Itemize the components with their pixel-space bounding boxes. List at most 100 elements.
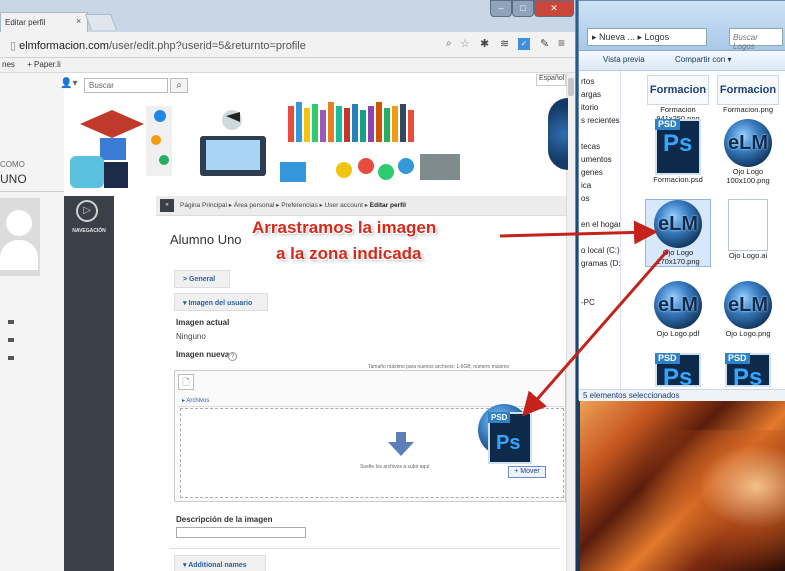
bookmarks-bar: nes + Paper.li bbox=[0, 58, 575, 73]
url-field[interactable]: ▯ elmformacion.com/user/edit.php?userid=… bbox=[10, 37, 460, 55]
nav-pane-item[interactable] bbox=[579, 127, 620, 140]
collapse-icon[interactable]: « bbox=[160, 199, 174, 212]
breadcrumb-item[interactable]: Preferencias bbox=[281, 202, 318, 209]
pin-icon[interactable]: ✎ bbox=[540, 37, 549, 50]
browser-tab[interactable]: Editar perfil bbox=[0, 12, 88, 32]
nav-pane-item[interactable]: argas bbox=[579, 88, 620, 101]
file-tile[interactable]: Formacion Formacion.png bbox=[715, 75, 781, 114]
divider bbox=[170, 548, 560, 549]
formacion-logo-icon: Formacion bbox=[717, 75, 779, 105]
share-button[interactable]: Compartir con ▾ bbox=[675, 55, 731, 64]
search-icon[interactable]: ⌕ bbox=[170, 78, 188, 93]
wallpaper-canyon-glow bbox=[640, 430, 785, 571]
nav-pane-item[interactable]: ica bbox=[579, 179, 620, 192]
side-bullet bbox=[8, 320, 14, 324]
file-tile[interactable]: PSD Ps bbox=[645, 353, 711, 390]
nav-pane-item[interactable]: os bbox=[579, 192, 620, 205]
nav-pane-item[interactable]: rtos bbox=[579, 75, 620, 88]
layers-icon[interactable]: ≋ bbox=[500, 37, 509, 50]
file-tile-selected[interactable]: eLM Ojo Logo 170x170.png bbox=[645, 199, 711, 267]
file-tile[interactable]: Formacion Formacion 941x250.png bbox=[645, 75, 711, 123]
close-window-button[interactable]: ✕ bbox=[534, 0, 574, 17]
nav-pane-item[interactable]: tecas bbox=[579, 140, 620, 153]
page-title: Alumno Uno bbox=[170, 232, 242, 247]
file-name: Ojo Logo.png bbox=[725, 329, 771, 338]
nav-pane-item[interactable]: -PC bbox=[579, 296, 620, 309]
breadcrumb-item[interactable]: Área personal bbox=[234, 202, 274, 209]
nav-pane-item[interactable]: en el hogar bbox=[579, 218, 620, 231]
search-input[interactable]: Buscar bbox=[84, 78, 168, 93]
navigation-block bbox=[64, 196, 114, 571]
file-explorer-window: ▸ Nueva ... ▸ Logos Buscar Logos Vista p… bbox=[578, 0, 785, 401]
zoom-icon[interactable]: ⌕ bbox=[446, 38, 452, 49]
window-controls: – □ ✕ bbox=[490, 0, 574, 18]
image-description-input[interactable] bbox=[176, 527, 306, 538]
file-name: Ojo Logo.ai bbox=[728, 251, 768, 260]
psd-file-icon: PSD Ps bbox=[655, 119, 701, 175]
side-bullet bbox=[8, 338, 14, 342]
minimize-button[interactable]: – bbox=[490, 0, 512, 17]
help-icon[interactable]: ? bbox=[228, 352, 237, 361]
url-host: elmformacion.com bbox=[19, 40, 109, 52]
breadcrumb-item[interactable]: User account bbox=[325, 202, 363, 209]
url-path: /user/edit.php?userid=5&returnto=profile bbox=[108, 40, 306, 52]
eye-logo-icon: eLM bbox=[654, 200, 702, 248]
additional-names-section-toggle[interactable]: ▾ Additional names bbox=[174, 555, 266, 571]
nav-pane-item[interactable]: o local (C:) bbox=[579, 244, 620, 257]
move-cursor-badge: + Mover bbox=[508, 466, 546, 478]
nav-pane-item[interactable]: umentos bbox=[579, 153, 620, 166]
file-tile[interactable]: eLM Ojo Logo.pdf bbox=[645, 281, 711, 338]
add-file-icon[interactable]: 🗋 bbox=[178, 374, 194, 390]
explorer-address-bar[interactable]: ▸ Nueva ... ▸ Logos bbox=[587, 28, 707, 46]
tab-close-icon[interactable]: × bbox=[76, 16, 81, 26]
file-name: Ojo Logo 100x100.png bbox=[726, 167, 770, 185]
user-menu-icon[interactable]: 👤▾ bbox=[60, 78, 77, 89]
menu-icon[interactable]: ≡ bbox=[558, 36, 565, 50]
new-tab-button[interactable] bbox=[85, 14, 117, 30]
file-tile[interactable]: PSD Ps Formacion.psd bbox=[645, 119, 711, 184]
blank-file-icon bbox=[728, 199, 768, 251]
bookmark-paperli[interactable]: + Paper.li bbox=[27, 60, 61, 69]
drop-arrow-icon bbox=[388, 432, 414, 456]
general-section-toggle[interactable]: > General bbox=[174, 270, 230, 288]
check-extension-icon[interactable]: ✓ bbox=[518, 38, 530, 50]
nav-pane-item[interactable] bbox=[579, 283, 620, 296]
dragged-psd-file-icon: PSD Ps bbox=[478, 404, 536, 464]
maximize-button[interactable]: □ bbox=[512, 0, 534, 17]
site-logo-globe bbox=[548, 98, 568, 170]
current-image-value: Ninguno bbox=[176, 332, 206, 341]
nav-pane-item[interactable] bbox=[579, 205, 620, 218]
file-name: Formacion.png bbox=[722, 105, 774, 114]
divider bbox=[0, 191, 64, 192]
nav-pane-item[interactable]: s recientes bbox=[579, 114, 620, 127]
nav-pane-item[interactable]: genes bbox=[579, 166, 620, 179]
file-tile[interactable]: eLM Ojo Logo 100x100.png bbox=[715, 119, 781, 185]
explorer-toolbar: Vista previa Compartir con ▾ bbox=[579, 51, 785, 71]
site-banner-image bbox=[70, 102, 460, 188]
nav-pane-item[interactable] bbox=[579, 270, 620, 283]
nav-pane-item[interactable] bbox=[579, 231, 620, 244]
scrollbar-thumb[interactable] bbox=[568, 78, 574, 96]
file-tile[interactable]: PSD Ps bbox=[715, 353, 781, 390]
avatar-head-icon bbox=[6, 210, 32, 236]
profile-caption: COMO bbox=[0, 160, 25, 169]
eye-logo-icon: eLM bbox=[724, 281, 772, 329]
eye-logo-icon: eLM bbox=[724, 119, 772, 167]
user-image-section-toggle[interactable]: ▾ Imagen del usuario bbox=[174, 293, 268, 311]
nav-pane-item[interactable]: gramas (D:) bbox=[579, 257, 620, 270]
star-icon[interactable]: ☆ bbox=[460, 37, 470, 50]
file-tile[interactable]: Ojo Logo.ai bbox=[715, 199, 781, 260]
navigation-label[interactable]: NAVEGACIÓN bbox=[64, 228, 114, 234]
bookmark-item[interactable]: nes bbox=[2, 60, 15, 69]
page-icon: ▯ bbox=[10, 40, 20, 52]
nav-pane-item[interactable]: itorio bbox=[579, 101, 620, 114]
extension-icon[interactable]: ✱ bbox=[480, 37, 489, 50]
language-select[interactable]: Español bbox=[536, 74, 566, 86]
formacion-logo-icon: Formacion bbox=[647, 75, 709, 105]
file-tile[interactable]: eLM Ojo Logo.png bbox=[715, 281, 781, 338]
navigation-icon[interactable]: ▷ bbox=[76, 200, 98, 222]
preview-button[interactable]: Vista previa bbox=[603, 55, 645, 64]
annotation-line-1: Arrastramos la imagen bbox=[252, 218, 437, 237]
breadcrumb-item[interactable]: Página Principal bbox=[180, 202, 227, 209]
explorer-search-input[interactable]: Buscar Logos bbox=[729, 28, 783, 51]
